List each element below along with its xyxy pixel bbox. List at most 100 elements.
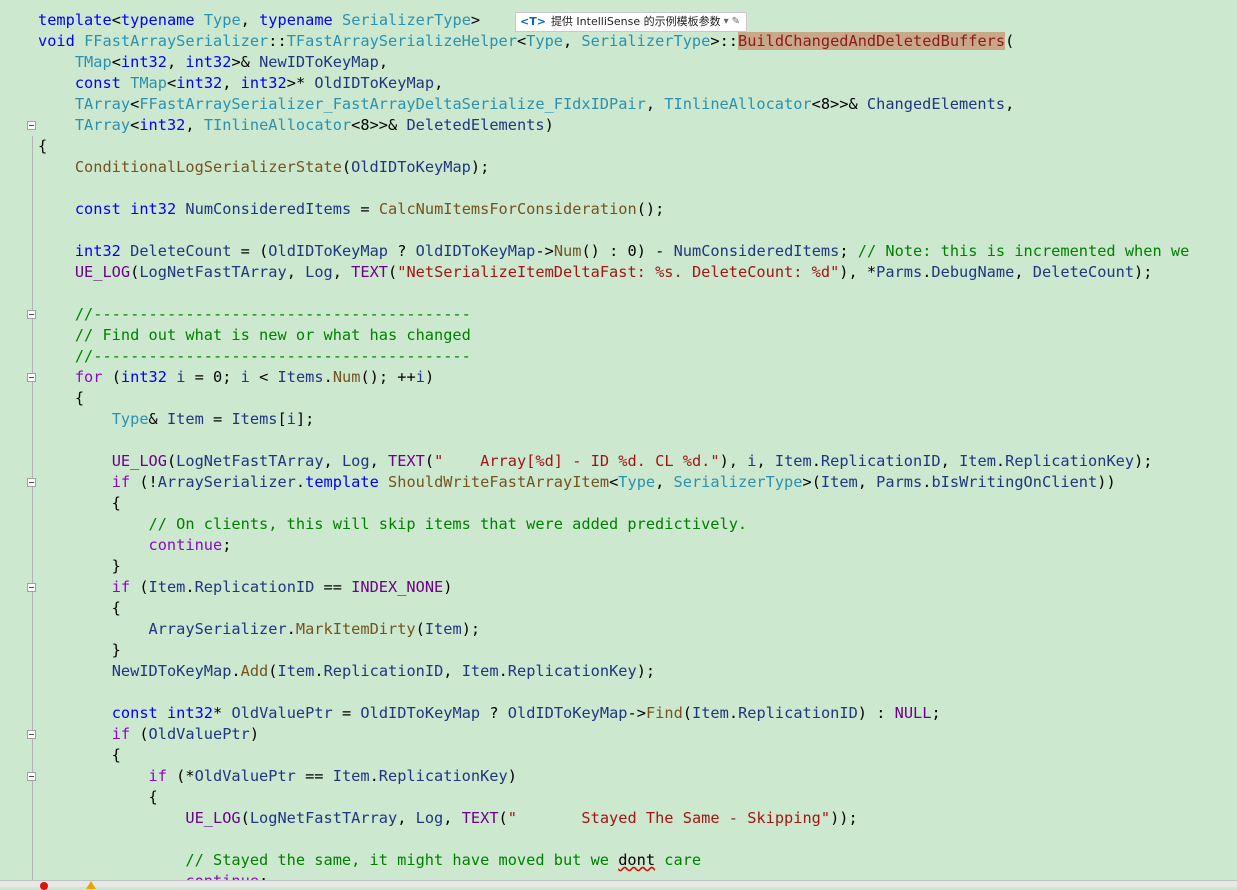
code-token: >& <box>231 53 260 71</box>
code-token: Item <box>959 452 996 470</box>
code-token: i <box>415 368 425 386</box>
code-line[interactable] <box>38 829 1189 850</box>
code-token: , <box>166 53 186 71</box>
fold-toggle-comment[interactable] <box>27 310 36 319</box>
code-line[interactable]: ConditionalLogSerializerState(OldIDToKey… <box>38 157 1189 178</box>
code-token: == <box>295 767 333 785</box>
code-line[interactable]: // On clients, this will skip items that… <box>38 514 1189 535</box>
pencil-edit-icon[interactable]: ✎ <box>732 14 740 30</box>
code-token: = ( <box>231 242 269 260</box>
code-line[interactable]: UE_LOG(LogNetFastTArray, Log, TEXT(" Sta… <box>38 808 1189 829</box>
code-line[interactable]: const int32 NumConsideredItems = CalcNum… <box>38 199 1189 220</box>
code-line[interactable]: { <box>38 388 1189 409</box>
code-token: DeletedElements <box>406 116 545 134</box>
code-token: int32 <box>176 74 223 92</box>
code-line[interactable]: continue; <box>38 871 1189 880</box>
code-token: TMap <box>130 74 167 92</box>
code-token: = 0; <box>185 368 241 386</box>
code-line[interactable]: TArray<int32, TInlineAllocator<8>>& Dele… <box>38 115 1189 136</box>
code-token: Type <box>618 473 656 491</box>
code-line[interactable]: // Stayed the same, it might have moved … <box>38 850 1189 871</box>
code-token: int32 <box>185 53 232 71</box>
template-param-icon: <T> <box>520 15 546 28</box>
fold-toggle-for[interactable] <box>27 373 36 382</box>
code-token: . <box>185 578 195 596</box>
code-token: , <box>563 32 582 50</box>
code-token: SerializerType <box>581 32 711 50</box>
code-token: Item <box>461 662 499 680</box>
code-line[interactable]: { <box>38 136 1189 157</box>
code-line[interactable] <box>38 430 1189 451</box>
code-line[interactable]: TArray<FFastArraySerializer_FastArrayDel… <box>38 94 1189 115</box>
warning-icon[interactable] <box>86 881 96 889</box>
code-token: , <box>645 95 665 113</box>
code-line[interactable]: if (Item.ReplicationID == INDEX_NONE) <box>38 577 1189 598</box>
fold-toggle-params[interactable] <box>27 121 36 130</box>
code-token: ); <box>1134 452 1153 470</box>
code-line[interactable]: TMap<int32, int32>& NewIDToKeyMap, <box>38 52 1189 73</box>
code-line[interactable] <box>38 178 1189 199</box>
code-token: OldIDToKeyMap <box>351 158 471 176</box>
code-line[interactable]: { <box>38 493 1189 514</box>
code-text[interactable]: template<typename Type, typename Seriali… <box>38 10 1189 880</box>
code-line[interactable] <box>38 283 1189 304</box>
code-line[interactable]: for (int32 i = 0; i < Items.Num(); ++i) <box>38 367 1189 388</box>
code-line[interactable]: if (*OldValuePtr == Item.ReplicationKey) <box>38 766 1189 787</box>
code-token: , <box>1005 95 1015 113</box>
code-line[interactable]: // Find out what is new or what has chan… <box>38 325 1189 346</box>
code-line[interactable]: NewIDToKeyMap.Add(Item.ReplicationID, It… <box>38 661 1189 682</box>
code-token: continue <box>185 872 259 880</box>
code-line[interactable]: if (!ArraySerializer.template ShouldWrit… <box>38 472 1189 493</box>
code-line[interactable]: const int32* OldValuePtr = OldIDToKeyMap… <box>38 703 1189 724</box>
code-line[interactable]: { <box>38 598 1189 619</box>
code-line[interactable]: if (OldValuePtr) <box>38 724 1189 745</box>
code-line[interactable]: UE_LOG(LogNetFastTArray, Log, TEXT(" Arr… <box>38 451 1189 472</box>
code-token: OldIDToKeyMap <box>507 704 628 722</box>
code-token: CalcNumItemsForConsideration <box>378 200 637 218</box>
fold-toggle-if-oldvalueptr[interactable] <box>27 730 36 739</box>
intellisense-template-bar[interactable]: <T> 提供 IntelliSense 的示例模板参数 ▾ ✎ <box>515 12 748 32</box>
code-line[interactable] <box>38 220 1189 241</box>
code-line[interactable]: { <box>38 787 1189 808</box>
code-line[interactable]: //--------------------------------------… <box>38 346 1189 367</box>
code-token: const <box>74 74 121 92</box>
code-token: ( <box>341 158 352 176</box>
code-token: NumConsideredItems <box>673 242 840 260</box>
code-line[interactable] <box>38 682 1189 703</box>
code-token: & <box>148 410 167 428</box>
code-token: " Array[%d] - ID %d. CL %d." <box>434 452 720 470</box>
code-line[interactable]: Type& Item = Items[i]; <box>38 409 1189 430</box>
fold-toggle-if-index-none[interactable] <box>27 583 36 592</box>
code-line[interactable]: ArraySerializer.MarkItemDirty(Item); <box>38 619 1189 640</box>
code-token: , <box>940 452 960 470</box>
fold-toggle-if-should-write[interactable] <box>27 478 36 487</box>
code-line[interactable]: continue; <box>38 535 1189 556</box>
code-line[interactable]: int32 DeleteCount = (OldIDToKeyMap ? Old… <box>38 241 1189 262</box>
code-token: int32 <box>130 200 177 218</box>
code-token: OldIDToKeyMap <box>415 242 536 260</box>
code-line[interactable]: { <box>38 745 1189 766</box>
code-line[interactable]: } <box>38 640 1189 661</box>
code-line[interactable]: } <box>38 556 1189 577</box>
error-icon[interactable] <box>40 882 48 890</box>
fold-toggle-if-same-key[interactable] <box>27 772 36 781</box>
code-token: Items <box>277 368 324 386</box>
code-token: ); <box>470 158 490 176</box>
chevron-down-icon[interactable]: ▾ <box>724 14 729 30</box>
code-editor[interactable]: template<typename Type, typename Seriali… <box>0 0 1237 880</box>
code-token: ChangedElements <box>866 95 1006 113</box>
code-line[interactable]: void FFastArraySerializer::TFastArraySer… <box>38 31 1189 52</box>
code-token: Item <box>166 410 204 428</box>
code-line[interactable]: //--------------------------------------… <box>38 304 1189 325</box>
code-token: // Note: this is incremented when we <box>857 242 1190 260</box>
code-line[interactable]: const TMap<int32, int32>* OldIDToKeyMap, <box>38 73 1189 94</box>
code-line[interactable]: UE_LOG(LogNetFastTArray, Log, TEXT("NetS… <box>38 262 1189 283</box>
